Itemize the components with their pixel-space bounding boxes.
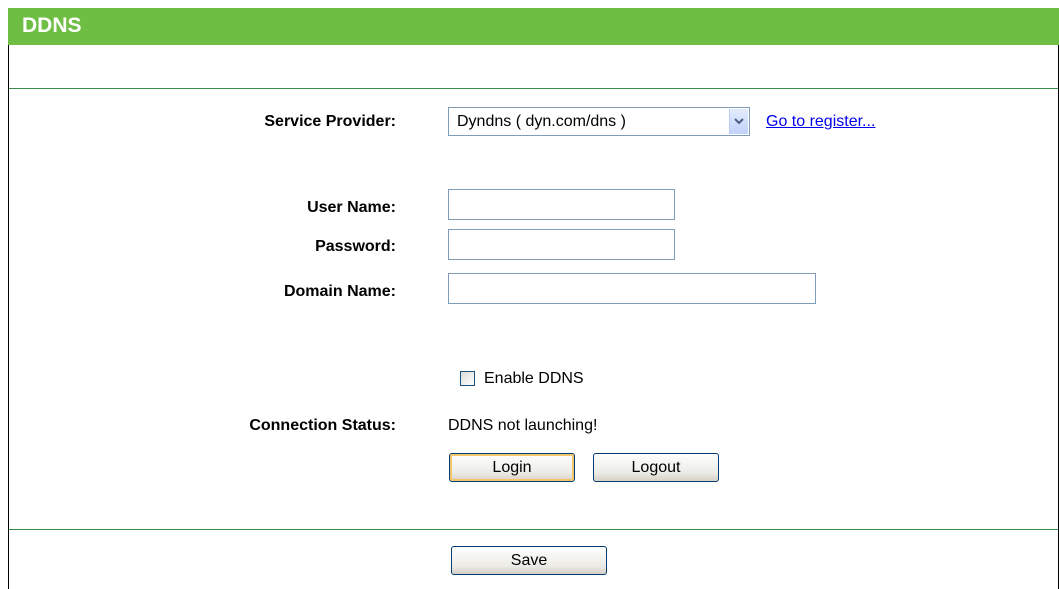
enable-ddns-checkbox[interactable] [460, 371, 475, 386]
save-button[interactable]: Save [451, 546, 607, 575]
service-provider-label: Service Provider: [264, 113, 396, 130]
bottom-divider [9, 529, 1058, 530]
password-label: Password: [315, 238, 396, 255]
title-bar: DDNS [8, 8, 1059, 45]
chevron-down-icon[interactable] [729, 109, 748, 134]
top-divider [9, 88, 1058, 89]
username-input[interactable] [448, 189, 675, 220]
logout-button[interactable]: Logout [593, 453, 719, 482]
service-provider-value: Dyndns ( dyn.com/dns ) [457, 113, 626, 130]
username-label: User Name: [307, 199, 396, 216]
password-input[interactable] [448, 229, 675, 260]
connection-status-value: DDNS not launching! [448, 417, 598, 434]
domain-name-input[interactable] [448, 273, 816, 304]
page-title: DDNS [22, 14, 82, 37]
connection-status-label: Connection Status: [249, 417, 396, 434]
login-button[interactable]: Login [449, 453, 575, 482]
enable-ddns-label: Enable DDNS [484, 370, 584, 387]
service-provider-select[interactable]: Dyndns ( dyn.com/dns ) [448, 107, 750, 136]
domain-name-label: Domain Name: [283, 283, 396, 300]
register-link[interactable]: Go to register... [766, 113, 875, 131]
